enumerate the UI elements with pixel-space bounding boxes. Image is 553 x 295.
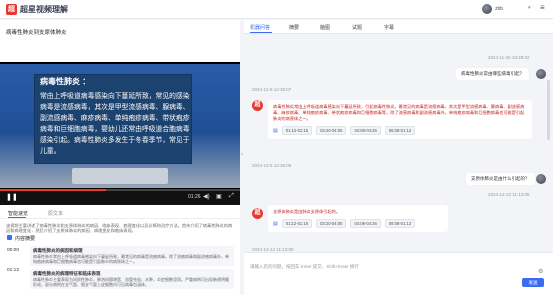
ai-message-text: 支原体肺炎是由肺炎支原体引起的。 [273, 209, 341, 214]
timestamp-chip[interactable]: 01:12-01:15 [281, 219, 313, 228]
user-message: 病毒性肺炎常由哪些病毒引起？ [456, 68, 529, 80]
tab-quiz[interactable]: 试题 [352, 24, 362, 31]
timestamp-chip[interactable]: 03:20-04:05 [316, 219, 347, 228]
right-tabs: 机器问答 摘要 脑图 试题 字幕 [244, 20, 553, 34]
gear-icon[interactable]: ⚙ [538, 268, 543, 275]
message-time: 2024-12-6 14:36:07 [252, 87, 292, 92]
fullscreen-icon[interactable]: ⤢ [229, 193, 234, 200]
picture-in-picture-icon[interactable]: ▣ [216, 193, 222, 200]
outline-icon [7, 235, 12, 240]
tab-original-text[interactable]: 原文本 [48, 210, 63, 217]
video-clip-icon: ▤ [273, 127, 278, 134]
segment-time[interactable]: 01:12 [7, 268, 19, 273]
keyboard-image [72, 168, 168, 184]
video-frame: 病毒性肺炎 ： 常由上呼吸道病毒感染向下蔓延所致，常见的感染病毒是流感病毒，其次… [0, 64, 240, 188]
volume-icon[interactable]: ◀) [203, 193, 210, 200]
active-tab-indicator [250, 32, 272, 33]
tab-mindmap[interactable]: 脑图 [320, 24, 330, 31]
timestamp-chip[interactable]: 04:06-04:26 [350, 126, 381, 135]
message-time: 2024-11-20 10:29:02 [488, 55, 530, 60]
pause-icon[interactable]: ❚❚ [6, 193, 18, 201]
left-tabs: 智能速览 原文本 [0, 209, 240, 219]
menu-icon[interactable]: ≡ [540, 4, 545, 12]
user-avatar [536, 174, 546, 184]
bot-avatar: 超 [252, 100, 263, 111]
segment-card[interactable]: 病毒性肺炎的病因和病理 病毒性肺炎常由上呼吸道病毒感染向下蔓延所致，最常见的病毒… [30, 246, 234, 266]
timestamp-chip[interactable]: 06:08-01:12 [384, 126, 416, 135]
tab-qa[interactable]: 机器问答 [250, 24, 270, 31]
timestamp-chips: ▤ 01:12-01:15 03:20-04:05 04:06-04:26 06… [273, 126, 527, 135]
segment-card[interactable]: 病毒性肺炎的病理特征和临床表现 病毒性肺炎主要表现为间质性肺炎，肺泡间隔增宽、血… [30, 269, 234, 289]
chat-input-area[interactable]: 请输入您的问题，按回车 Enter 提交，Shift+Enter 换行 ⚙ 发送 [244, 252, 553, 295]
timestamp-chip[interactable]: 06:08-01:12 [384, 219, 416, 228]
chat-scrollbar[interactable] [547, 80, 550, 140]
timestamp-chips: ▤ 01:12-01:15 03:20-04:05 04:06-04:26 06… [273, 219, 443, 228]
chevron-down-icon[interactable]: ▾ [528, 5, 531, 11]
message-time: 2024-12-5 14:36:09 [252, 163, 292, 168]
send-button[interactable]: 发送 [522, 278, 544, 287]
ai-message: 支原体肺炎是由肺炎支原体引起的。 ▤ 01:12-01:15 03:20-04:… [268, 205, 448, 232]
app-logo-icon: 超 [6, 4, 17, 15]
progress-fill [0, 189, 106, 191]
tab-subtitles[interactable]: 字幕 [384, 24, 394, 31]
ai-message: 病毒性肺炎常由上呼吸道病毒感染向下蔓延所致，引起病毒性肺炎。最常见的病毒是流感病… [268, 100, 532, 139]
video-controls: ❚❚ 01:26 ◀) ▣ ⤢ [0, 189, 240, 205]
ai-message-text: 病毒性肺炎常由上呼吸道病毒感染向下蔓延所致，引起病毒性肺炎。最常见的病毒是流感病… [273, 104, 525, 121]
user-message: 支原体肺炎是由什么引起的？ [466, 173, 535, 185]
summary-text: 该视频主要讲述了病毒性肺炎和支原体肺炎的病因、临床表现、病理变化以及诊断和治疗方… [6, 223, 233, 233]
message-time: 2024-12-12 11:13:08 [488, 192, 530, 197]
outline-title: 内容摘要 [15, 236, 36, 242]
video-title: 病毒性肺炎到支原体肺炎 [6, 30, 67, 36]
bot-avatar: 超 [252, 208, 263, 219]
tab-smart-overview[interactable]: 智能速览 [8, 210, 28, 217]
chat-input-placeholder[interactable]: 请输入您的问题，按回车 Enter 提交，Shift+Enter 换行 [250, 264, 359, 270]
segment-text: 病毒性肺炎主要表现为间质性肺炎，肺泡间隔增宽、血管充血、水肿，炎症细胞浸润。严重… [33, 277, 229, 287]
user-avatar [536, 69, 546, 79]
right-panel: 机器问答 摘要 脑图 试题 字幕 2024-11-20 10:29:02 病毒性… [244, 20, 553, 295]
timestamp-chip[interactable]: 03:20-04:05 [316, 126, 347, 135]
slide-text: 常由上呼吸道病毒感染向下蔓延所致，常见的感染病毒是流感病毒，其次是甲型流感病毒、… [40, 93, 190, 155]
segment-time[interactable]: 00:00 [7, 248, 19, 253]
top-bar: 超 超星视频理解 zbb ▾ ≡ [0, 0, 553, 19]
slide-heading: 病毒性肺炎 ： [40, 77, 91, 86]
tab-summary[interactable]: 摘要 [289, 24, 299, 31]
timestamp-chip[interactable]: 04:06-04:26 [350, 219, 381, 228]
video-player[interactable]: 病毒性肺炎 ： 常由上呼吸道病毒感染向下蔓延所致，常见的感染病毒是流感病毒，其次… [0, 62, 240, 205]
segment-text: 病毒性肺炎常由上呼吸道病毒感染向下蔓延所致，最常见的病毒是流感病毒。除了流感病毒… [33, 254, 229, 264]
video-time: 01:26 [188, 194, 201, 200]
user-name[interactable]: zbb [495, 6, 503, 12]
active-tab-indicator [8, 217, 26, 218]
video-clip-icon: ▤ [273, 220, 278, 227]
left-panel: 病毒性肺炎到支原体肺炎 病毒性肺炎 ： 常由上呼吸道病毒感染向下蔓延所致，常见的… [0, 20, 240, 295]
timestamp-chip[interactable]: 01:12-01:15 [281, 126, 313, 135]
progress-bar[interactable] [0, 189, 240, 191]
user-avatar[interactable] [482, 4, 492, 14]
app-title: 超星视频理解 [20, 5, 68, 14]
